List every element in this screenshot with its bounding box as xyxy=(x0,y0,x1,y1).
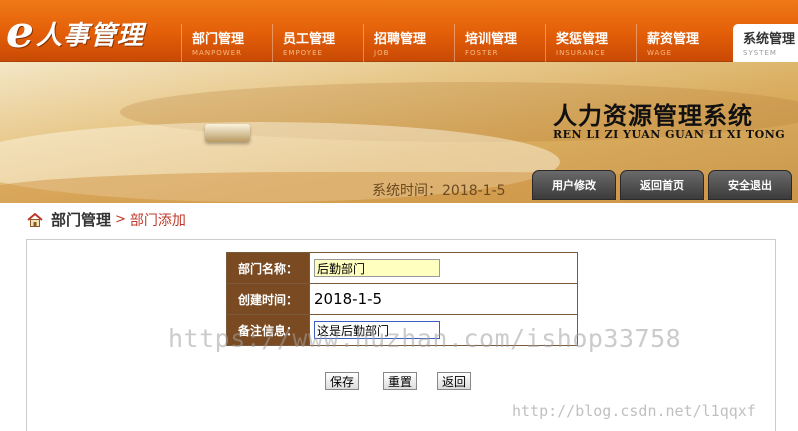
nav-item-training[interactable]: 培训管理 FOSTER xyxy=(454,24,545,62)
nav-item-department[interactable]: 部门管理 MANPOWER xyxy=(181,24,272,62)
breadcrumb-section[interactable]: 部门管理 xyxy=(51,209,111,230)
app-root: e 人事管理 部门管理 MANPOWER 员工管理 EMPOYEE 招聘管理 J… xyxy=(0,0,798,431)
nav-item-recruitment[interactable]: 招聘管理 JOB xyxy=(363,24,454,62)
home-icon xyxy=(27,212,43,227)
nav-label: 员工管理 xyxy=(283,32,336,47)
form-row-remarks: 备注信息： xyxy=(226,314,578,346)
reset-button[interactable]: 重置 xyxy=(383,372,418,390)
nav-sublabel: SYSTEM xyxy=(743,49,777,57)
nav-label: 培训管理 xyxy=(465,32,518,47)
home-button[interactable]: 返回首页 xyxy=(620,170,704,200)
app-logo: e 人事管理 xyxy=(6,10,144,56)
breadcrumb: 部门管理 > 部门添加 xyxy=(27,209,186,230)
header-actions: 用户修改 返回首页 安全退出 xyxy=(532,170,792,200)
nav-item-rewards[interactable]: 奖惩管理 INSURANCE xyxy=(545,24,636,62)
save-button[interactable]: 保存 xyxy=(325,372,360,390)
banner-device-image xyxy=(205,124,250,142)
remarks-input[interactable] xyxy=(314,321,440,340)
nav-label: 部门管理 xyxy=(192,32,245,47)
nav-sublabel: MANPOWER xyxy=(192,49,243,57)
department-form: 部门名称： 创建时间： 2018-1-5 备注信息： xyxy=(226,252,578,346)
logo-letter: e xyxy=(6,7,34,58)
form-row-name: 部门名称： xyxy=(226,252,578,284)
nav-sublabel: JOB xyxy=(374,49,390,57)
back-button[interactable]: 返回 xyxy=(437,372,472,390)
edit-user-button[interactable]: 用户修改 xyxy=(532,170,616,200)
nav-sublabel: INSURANCE xyxy=(556,49,606,57)
system-time: 系统时间：2018-1-5 xyxy=(372,183,506,199)
nav-label: 系统管理 xyxy=(743,32,796,47)
nav-label: 奖惩管理 xyxy=(556,32,609,47)
breadcrumb-separator: > xyxy=(115,212,126,227)
field-label: 备注信息： xyxy=(226,314,310,346)
field-label: 创建时间： xyxy=(226,283,310,315)
logout-button[interactable]: 安全退出 xyxy=(708,170,792,200)
nav-sublabel: WAGE xyxy=(647,49,673,57)
header-banner: 人力资源管理系统 REN LI ZI YUAN GUAN LI XI TONG … xyxy=(0,62,798,203)
nav-label: 招聘管理 xyxy=(374,32,427,47)
nav-sublabel: EMPOYEE xyxy=(283,49,323,57)
system-subtitle: REN LI ZI YUAN GUAN LI XI TONG xyxy=(553,128,786,141)
nav-item-employee[interactable]: 员工管理 EMPOYEE xyxy=(272,24,363,62)
breadcrumb-current: 部门添加 xyxy=(129,212,186,229)
top-nav-bar: e 人事管理 部门管理 MANPOWER 员工管理 EMPOYEE 招聘管理 J… xyxy=(0,0,798,62)
form-actions: 保存 重置 返回 xyxy=(325,372,472,390)
nav-item-system[interactable]: 系统管理 SYSTEM xyxy=(733,24,798,62)
system-title: 人力资源管理系统 xyxy=(553,102,753,130)
department-name-input[interactable] xyxy=(314,259,440,278)
field-label: 部门名称： xyxy=(226,252,310,284)
nav-item-salary[interactable]: 薪资管理 WAGE xyxy=(636,24,727,62)
main-nav: 部门管理 MANPOWER 员工管理 EMPOYEE 招聘管理 JOB 培训管理… xyxy=(181,24,798,62)
nav-sublabel: FOSTER xyxy=(465,49,499,57)
created-date-value: 2018-1-5 xyxy=(309,283,578,315)
nav-label: 薪资管理 xyxy=(647,32,700,47)
form-row-date: 创建时间： 2018-1-5 xyxy=(226,283,578,315)
logo-text: 人事管理 xyxy=(36,20,145,51)
